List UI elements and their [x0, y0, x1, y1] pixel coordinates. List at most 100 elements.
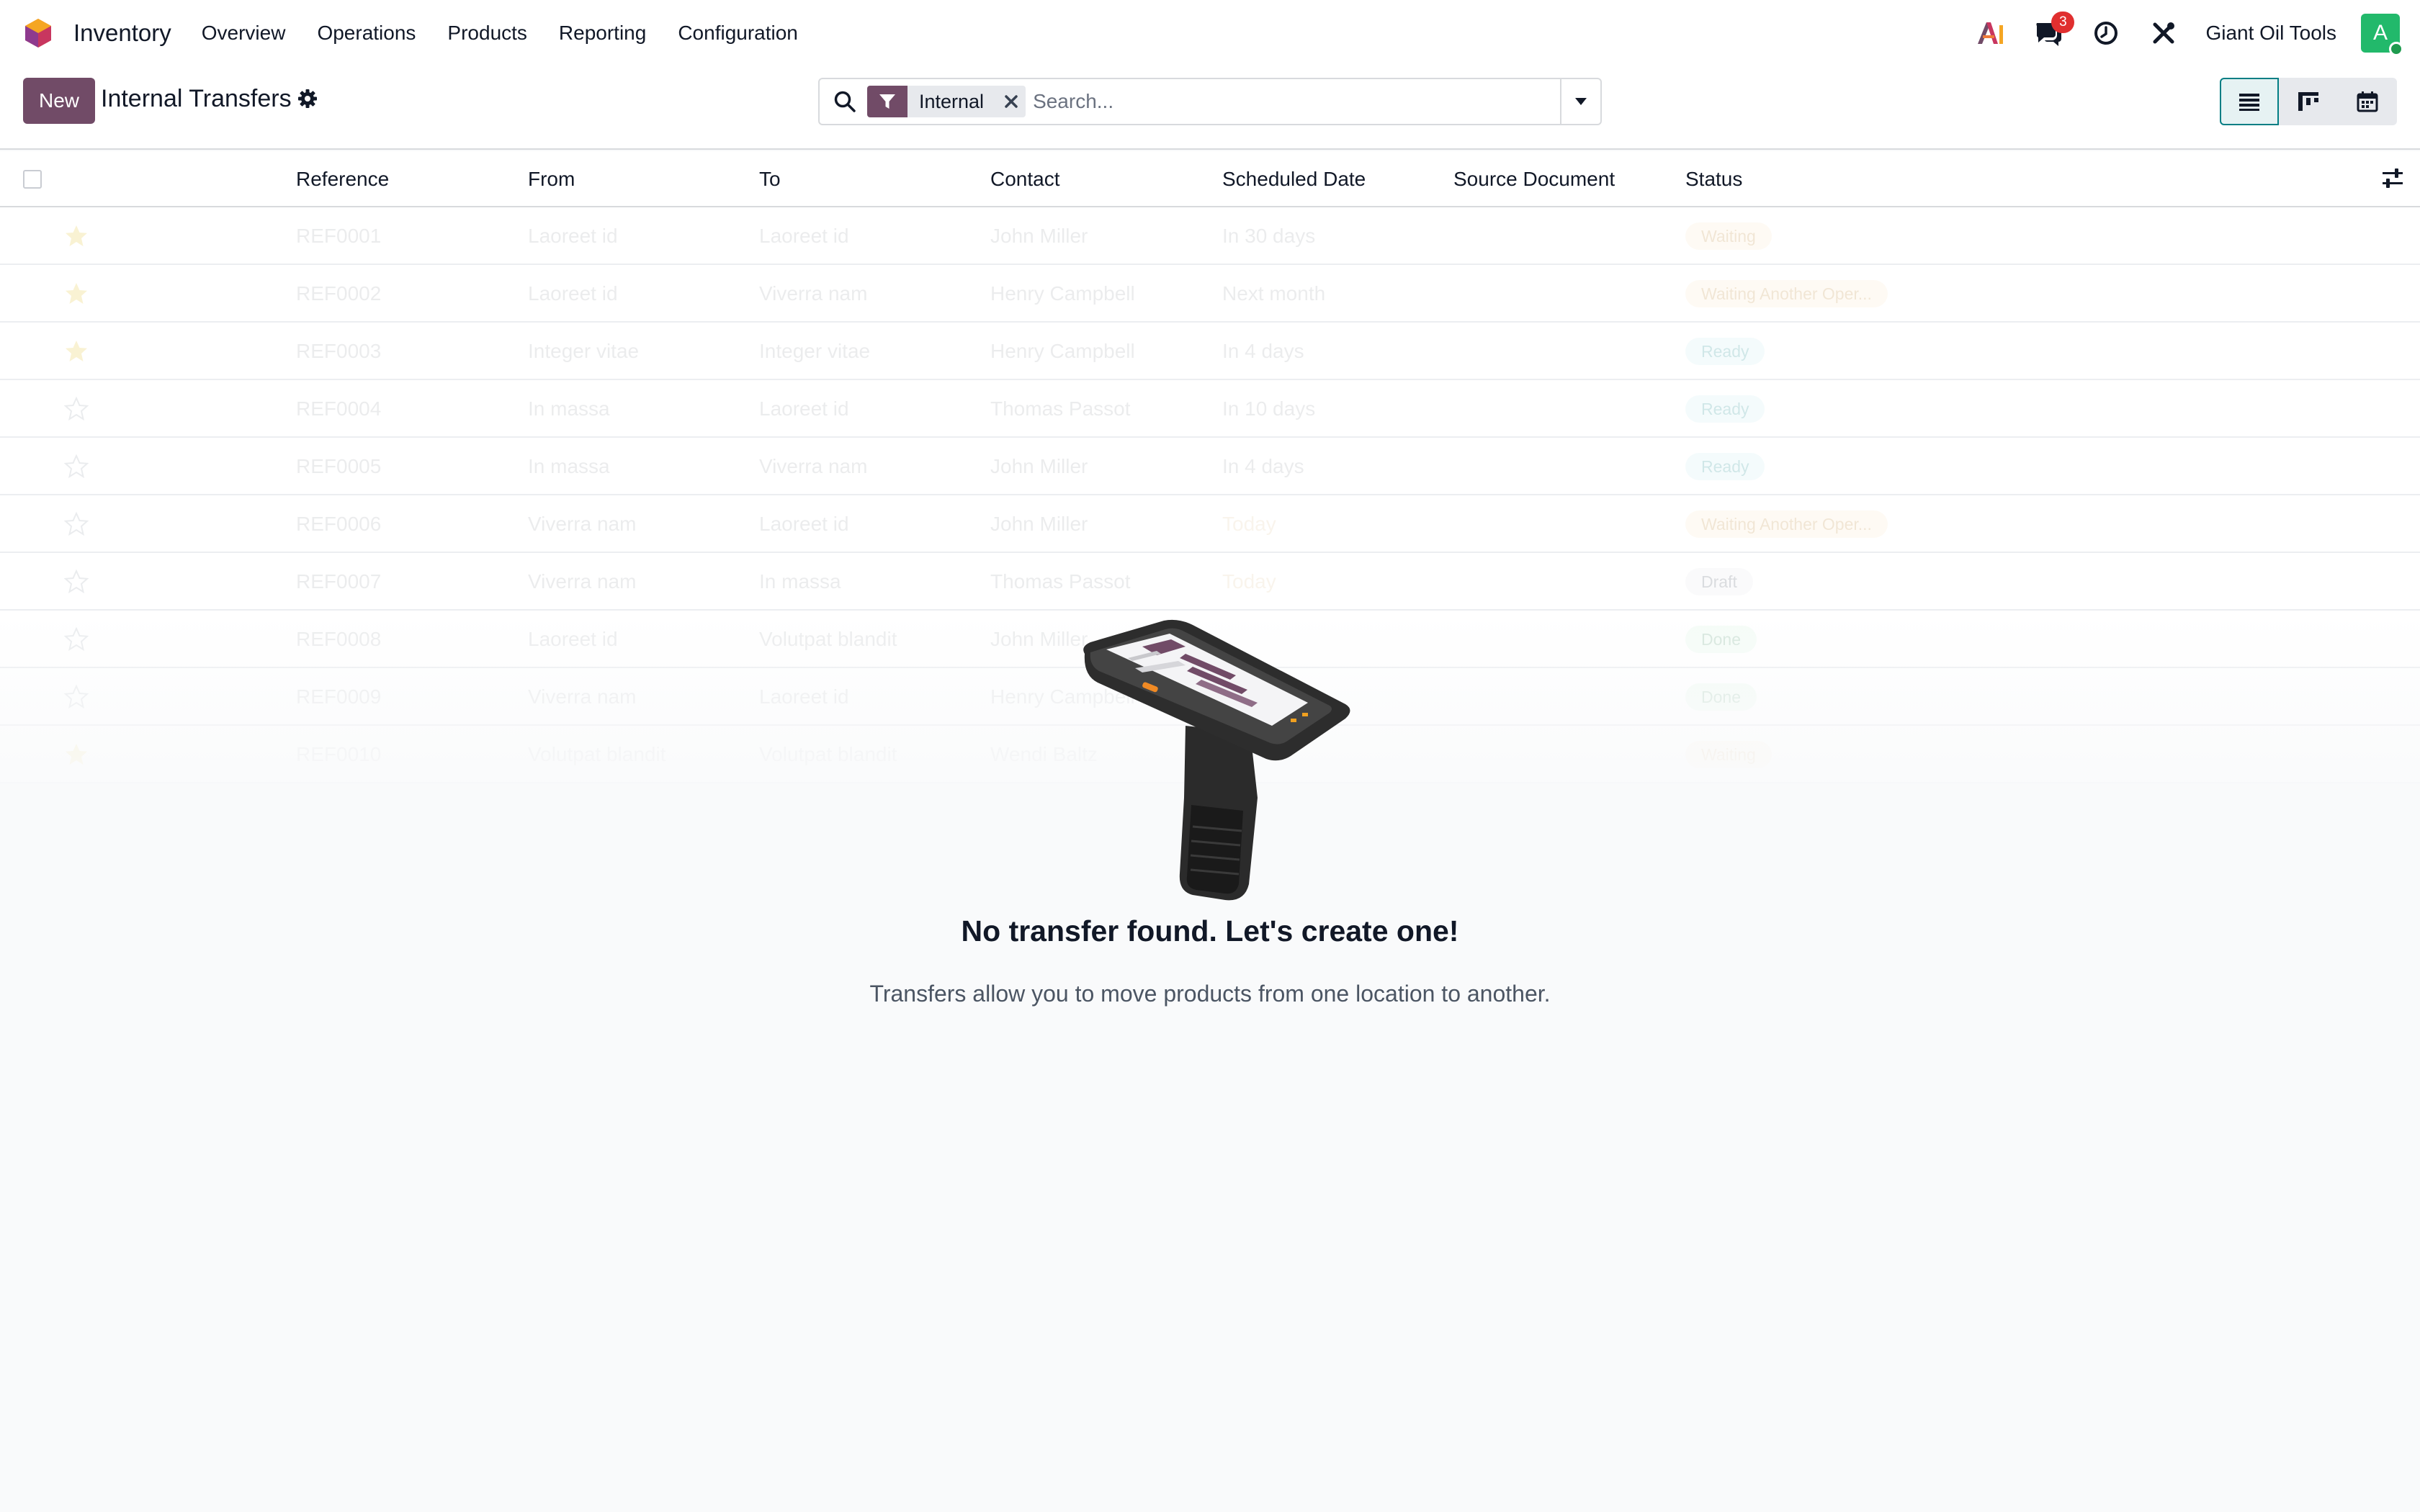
status-badge: Waiting	[1685, 222, 1772, 250]
cell-status: Done	[1685, 668, 1757, 726]
caret-down-icon	[1575, 98, 1587, 105]
menu-overview[interactable]: Overview	[202, 22, 286, 45]
cell-status: Waiting	[1685, 207, 1772, 265]
cell-from: Viverra nam	[528, 570, 637, 593]
table-row[interactable]: REF0002 Laoreet id Viverra nam Henry Campbe…	[0, 265, 2420, 323]
cell-reference: REF0008	[296, 628, 382, 650]
cell-scheduled-date: Today	[1222, 513, 1276, 535]
cell-from: Viverra nam	[528, 513, 637, 535]
select-all-checkbox[interactable]	[23, 170, 42, 189]
cell-reference: REF0007	[296, 570, 382, 593]
cell-status: Waiting Another Oper...	[1685, 265, 1888, 323]
ai-icon[interactable]	[1976, 19, 2005, 48]
inventory-app-logo-icon[interactable]	[23, 17, 53, 49]
company-switcher[interactable]: Giant Oil Tools	[2205, 22, 2336, 45]
cell-status: Waiting Another Oper...	[1685, 495, 1888, 553]
tools-icon[interactable]	[2149, 19, 2178, 48]
cell-to: Volutpat blandit	[759, 743, 897, 765]
cell-scheduled-date: In 30 days	[1222, 225, 1316, 247]
calendar-view-icon	[2357, 91, 2378, 112]
cell-status: Ready	[1685, 323, 1765, 380]
star-empty-icon[interactable]	[63, 626, 89, 652]
table-row[interactable]: REF0006 Viverra nam Laoreet id John Miller T…	[0, 495, 2420, 553]
status-badge: Waiting Another Oper...	[1685, 510, 1888, 538]
cell-from: In massa	[528, 455, 610, 477]
column-header-scheduled-date[interactable]: Scheduled Date	[1222, 151, 1366, 207]
cell-to: Laoreet id	[759, 685, 849, 708]
status-badge: Ready	[1685, 453, 1765, 480]
cell-to: Laoreet id	[759, 513, 849, 535]
clock-activity-icon[interactable]	[2092, 19, 2120, 48]
search-input[interactable]	[1033, 81, 1560, 122]
star-empty-icon[interactable]	[63, 396, 89, 422]
column-header-to[interactable]: To	[759, 151, 781, 207]
kanban-view-icon	[2298, 92, 2318, 111]
status-badge: Done	[1685, 683, 1757, 711]
star-filled-icon[interactable]	[63, 742, 89, 768]
menu-products[interactable]: Products	[447, 22, 527, 45]
star-empty-icon[interactable]	[63, 569, 89, 595]
cell-to: Laoreet id	[759, 225, 849, 247]
column-header-from[interactable]: From	[528, 151, 575, 207]
table-row[interactable]: REF0001 Laoreet id Laoreet id John Miller In…	[0, 207, 2420, 265]
gear-icon[interactable]	[297, 88, 318, 109]
column-header-contact[interactable]: Contact	[990, 151, 1060, 207]
menu-reporting[interactable]: Reporting	[559, 22, 646, 45]
user-avatar[interactable]: A	[2361, 14, 2403, 56]
status-badge: Done	[1685, 626, 1757, 653]
cell-to: Volutpat blandit	[759, 628, 897, 650]
cell-from: In massa	[528, 397, 610, 420]
messages-icon[interactable]: 3	[2034, 12, 2075, 48]
column-header-status[interactable]: Status	[1685, 151, 1742, 207]
cell-contact: Thomas Passot	[990, 570, 1131, 593]
calendar-view-button[interactable]	[2338, 78, 2397, 125]
star-filled-icon[interactable]	[63, 281, 89, 307]
empty-state-title: No transfer found. Let's create one!	[961, 914, 1459, 948]
cell-reference: REF0004	[296, 397, 382, 420]
search-bar: Internal	[818, 78, 1602, 125]
star-filled-icon[interactable]	[63, 338, 89, 364]
cell-scheduled-date: In 10 days	[1222, 397, 1316, 420]
main-navbar: Inventory Overview Operations Products R…	[0, 0, 2420, 66]
search-options-toggle[interactable]	[1560, 79, 1600, 124]
remove-facet-icon[interactable]	[997, 86, 1026, 117]
cell-from: Viverra nam	[528, 685, 637, 708]
optional-columns-sliders-icon[interactable]	[2380, 166, 2406, 192]
page-title: Internal Transfers	[101, 85, 292, 112]
list-view-button[interactable]	[2220, 78, 2279, 125]
new-button[interactable]: New	[23, 78, 95, 124]
star-empty-icon[interactable]	[63, 684, 89, 710]
column-header-source-document[interactable]: Source Document	[1453, 151, 1615, 207]
cell-contact: John Miller	[990, 455, 1088, 477]
column-header-reference[interactable]: Reference	[296, 151, 389, 207]
list-header: Reference From To Contact Scheduled Date…	[0, 151, 2420, 207]
status-badge: Ready	[1685, 395, 1765, 423]
facet-label: Internal	[919, 90, 985, 112]
table-row[interactable]: REF0004 In massa Laoreet id Thomas Passot In…	[0, 380, 2420, 438]
status-badge: Ready	[1685, 338, 1765, 365]
cell-to: Viverra nam	[759, 282, 868, 305]
cell-from: Laoreet id	[528, 225, 618, 247]
star-empty-icon[interactable]	[63, 454, 89, 480]
star-filled-icon[interactable]	[63, 223, 89, 249]
menu-configuration[interactable]: Configuration	[678, 22, 798, 45]
table-row[interactable]: REF0003 Integer vitae Integer vitae Henry C…	[0, 323, 2420, 380]
status-badge: Waiting Another Oper...	[1685, 280, 1888, 307]
table-row[interactable]: REF0005 In massa Viverra nam John Miller In …	[0, 438, 2420, 495]
cell-reference: REF0003	[296, 340, 382, 362]
cell-status: Done	[1685, 611, 1757, 668]
app-name[interactable]: Inventory	[73, 19, 171, 47]
cell-scheduled-date: Next month	[1222, 282, 1326, 305]
cell-status: Ready	[1685, 380, 1765, 438]
menu-operations[interactable]: Operations	[317, 22, 416, 45]
cell-reference: REF0009	[296, 685, 382, 708]
cell-reference: REF0002	[296, 282, 382, 305]
table-row[interactable]: REF0007 Viverra nam In massa Thomas Passot T…	[0, 553, 2420, 611]
cell-from: Integer vitae	[528, 340, 640, 362]
star-empty-icon[interactable]	[63, 511, 89, 537]
cell-reference: REF0006	[296, 513, 382, 535]
search-icon[interactable]	[833, 89, 857, 114]
kanban-view-button[interactable]	[2279, 78, 2338, 125]
cell-scheduled-date: Today	[1222, 570, 1276, 593]
cell-status: Waiting	[1685, 726, 1772, 783]
